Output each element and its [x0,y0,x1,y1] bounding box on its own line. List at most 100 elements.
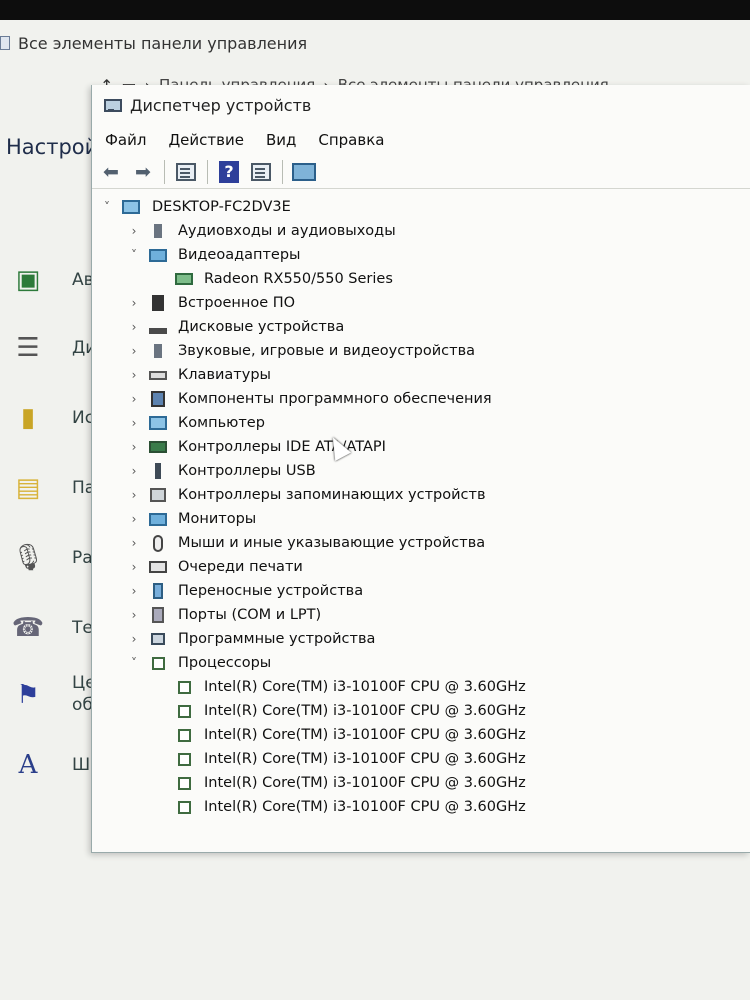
tree-category[interactable]: › Дисковые устройства [92,315,750,339]
cp-item-folder-options[interactable]: ▤ Па [8,463,96,513]
mouse-icon [149,534,167,552]
file-history-icon: ▮ [20,403,36,433]
tree-category[interactable]: › Контроллеры запоминающих устройств [92,483,750,507]
chevron-right-icon[interactable]: › [127,368,141,382]
tree-category[interactable]: › Контроллеры USB [92,459,750,483]
cp-item-action-center[interactable]: ▣ Ав [8,255,96,305]
portable-icon [149,582,167,600]
help-button[interactable]: ? [216,159,242,185]
tree-root-computer[interactable]: ˅ DESKTOP-FC2DV3E [92,195,750,219]
cp-item-fonts[interactable]: A Ш [8,740,96,790]
tree-category[interactable]: › Мониторы [92,507,750,531]
tree-device[interactable]: Intel(R) Core(TM) i3-10100F CPU @ 3.60GH… [92,723,750,747]
tree-category[interactable]: ˅ Видеоадаптеры [92,243,750,267]
tree-device[interactable]: Intel(R) Core(TM) i3-10100F CPU @ 3.60GH… [92,771,750,795]
chevron-right-icon[interactable]: › [127,536,141,550]
cp-item-phone-modem[interactable]: ☎ Те [8,603,96,653]
storage-icon [149,486,167,504]
keyboard-icon [149,366,167,384]
tree-category[interactable]: › Порты (COM и LPT) [92,603,750,627]
tree-category[interactable]: › Встроенное ПО [92,291,750,315]
monitor-icon [149,510,167,528]
tree-category[interactable]: › Компоненты программного обеспечения [92,387,750,411]
processor-icon [175,726,193,744]
processor-icon [175,678,193,696]
fonts-icon: A [18,750,38,780]
usb-icon [149,462,167,480]
speaker-icon [149,342,167,360]
chevron-right-icon[interactable]: › [127,296,141,310]
tree-category[interactable]: › Программные устройства [92,627,750,651]
tree-category[interactable]: › Мыши и иные указывающие устройства [92,531,750,555]
view-button[interactable] [248,159,274,185]
back-arrow-icon[interactable]: ⬅ [98,159,124,185]
port-icon [149,606,167,624]
folder-options-icon: ▤ [15,473,41,503]
tree-category[interactable]: › Компьютер [92,411,750,435]
microphone-icon: 🎙 [11,543,45,573]
chevron-right-icon[interactable]: › [127,416,141,430]
device-manager-window: Диспетчер устройств Файл Действие Вид Сп… [91,85,750,853]
tree-device[interactable]: Intel(R) Core(TM) i3-10100F CPU @ 3.60GH… [92,795,750,819]
tree-device[interactable]: Intel(R) Core(TM) i3-10100F CPU @ 3.60GH… [92,699,750,723]
tree-category[interactable]: › Клавиатуры [92,363,750,387]
tree-category[interactable]: › Звуковые, игровые и видеоустройства [92,339,750,363]
tree-category[interactable]: › Переносные устройства [92,579,750,603]
chevron-right-icon[interactable]: › [127,608,141,622]
device-manager-titlebar[interactable]: Диспетчер устройств [92,85,750,125]
chevron-right-icon[interactable]: › [127,488,141,502]
processor-icon [175,750,193,768]
display-adapter-icon [175,270,193,288]
tree-category[interactable]: › Аудиовходы и аудиовыходы [92,219,750,243]
chevron-right-icon[interactable]: › [127,224,141,238]
tree-category[interactable]: ˅ Процессоры [92,651,750,675]
tree-category[interactable]: › Очереди печати [92,555,750,579]
control-panel-title: Все элементы панели управления [18,33,308,53]
properties-icon [176,162,196,181]
disk-stack-icon: ☰ [16,333,40,363]
tree-device[interactable]: Radeon RX550/550 Series [92,267,750,291]
software-icon [149,390,167,408]
printer-icon [149,558,167,576]
menu-help[interactable]: Справка [318,131,384,149]
chevron-down-icon[interactable]: ˅ [100,200,114,214]
cp-item-disk-spaces[interactable]: ☰ Ди [8,323,96,373]
processor-icon [175,798,193,816]
processor-icon [175,702,193,720]
chevron-right-icon[interactable]: › [127,584,141,598]
firmware-icon [149,294,167,312]
cp-item-security-center[interactable]: ⚑ Це об [8,665,96,725]
toolbar: ⬅ ➡ ? [92,155,750,189]
tree-category[interactable]: › Контроллеры IDE ATA/ATAPI [92,435,750,459]
chevron-right-icon[interactable]: › [127,632,141,646]
chevron-right-icon[interactable]: › [127,560,141,574]
help-icon: ? [219,160,239,183]
chevron-right-icon[interactable]: › [127,392,141,406]
tree-device[interactable]: Intel(R) Core(TM) i3-10100F CPU @ 3.60GH… [92,675,750,699]
tree-device[interactable]: Intel(R) Core(TM) i3-10100F CPU @ 3.60GH… [92,747,750,771]
scan-hardware-button[interactable] [291,159,317,185]
computer-icon [122,198,140,216]
menu-file[interactable]: Файл [105,131,146,149]
menu-bar: Файл Действие Вид Справка [92,125,750,155]
control-panel-titlebar: Все элементы панели управления [0,20,750,66]
device-manager-title: Диспетчер устройств [130,95,312,115]
chevron-right-icon[interactable]: › [127,512,141,526]
forward-arrow-icon[interactable]: ➡ [130,159,156,185]
program-icon [149,630,167,648]
chevron-right-icon[interactable]: › [127,344,141,358]
chevron-right-icon[interactable]: › [127,320,141,334]
chevron-down-icon[interactable]: ˅ [127,656,141,670]
chevron-right-icon[interactable]: › [127,440,141,454]
menu-action[interactable]: Действие [168,131,244,149]
scan-monitor-icon [292,162,316,181]
cp-item-speech[interactable]: 🎙 Ра [8,533,96,583]
cp-item-file-history[interactable]: ▮ Ис [8,393,96,443]
properties-button[interactable] [173,159,199,185]
menu-view[interactable]: Вид [266,131,296,149]
chevron-right-icon[interactable]: › [127,464,141,478]
chevron-down-icon[interactable]: ˅ [127,248,141,262]
disk-icon [149,318,167,336]
device-tree: ˅ DESKTOP-FC2DV3E › Аудиовходы и аудиовых… [92,189,750,849]
view-list-icon [251,162,271,181]
